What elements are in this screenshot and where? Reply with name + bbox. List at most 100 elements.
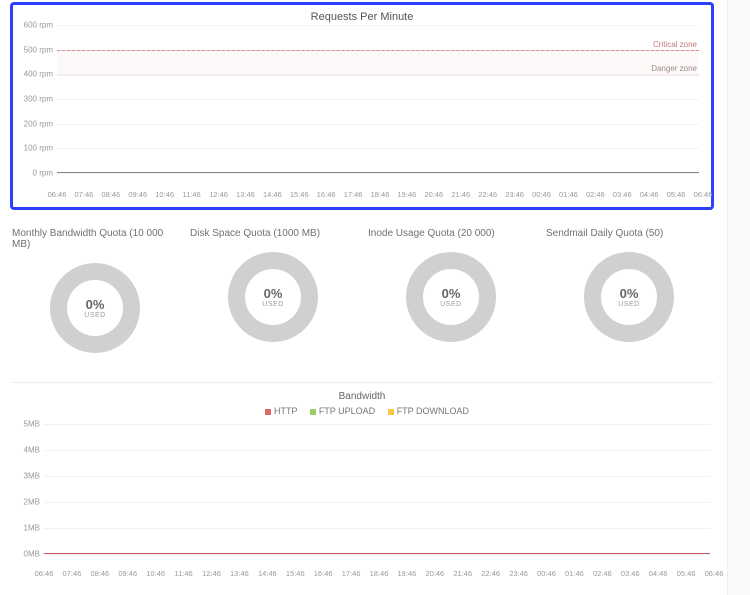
bw-x-tick: 06:46 xyxy=(35,569,54,578)
quota-used-label: USED xyxy=(618,301,639,308)
rpm-x-tick: 23:46 xyxy=(505,190,524,199)
rpm-x-tick: 09:46 xyxy=(128,190,147,199)
rpm-y-tick: 600 rpm xyxy=(19,21,53,30)
rpm-x-tick: 04:46 xyxy=(640,190,659,199)
bw-x-tick: 09:46 xyxy=(118,569,137,578)
quota-title: Inode Usage Quota (20 000) xyxy=(366,224,536,245)
rpm-x-tick: 17:46 xyxy=(344,190,363,199)
quota-ring: 0%USED xyxy=(228,252,318,342)
bw-x-tick: 11:46 xyxy=(174,569,192,578)
rpm-x-tick: 19:46 xyxy=(398,190,417,199)
rpm-x-tick: 01:46 xyxy=(559,190,578,199)
quota-card: Monthly Bandwidth Quota (10 000 MB) 0%USE… xyxy=(10,224,180,360)
rpm-y-tick: 100 rpm xyxy=(19,144,53,153)
bw-x-tick: 14:46 xyxy=(258,569,277,578)
bandwidth-legend: HTTP FTP UPLOAD FTP DOWNLOAD xyxy=(10,406,714,416)
right-gutter xyxy=(727,0,750,595)
legend-label-http: HTTP xyxy=(274,406,297,416)
bw-x-tick: 01:46 xyxy=(565,569,584,578)
rpm-x-tick: 07:46 xyxy=(75,190,94,199)
rpm-y-tick: 400 rpm xyxy=(19,70,53,79)
rpm-x-tick: 11:46 xyxy=(182,190,200,199)
legend-dot-http xyxy=(265,409,271,415)
rpm-x-tick: 10:46 xyxy=(155,190,174,199)
rpm-chart-title: Requests Per Minute xyxy=(21,5,703,25)
quota-title: Disk Space Quota (1000 MB) xyxy=(188,224,358,245)
rpm-x-tick: 03:46 xyxy=(613,190,632,199)
bw-y-tick: 1MB xyxy=(8,524,40,533)
rpm-x-tick: 21:46 xyxy=(451,190,470,199)
bw-x-tick: 04:46 xyxy=(649,569,668,578)
rpm-x-tick: 16:46 xyxy=(317,190,336,199)
rpm-y-tick: 300 rpm xyxy=(19,95,53,104)
bw-x-tick: 23:46 xyxy=(509,569,528,578)
bw-x-tick: 18:46 xyxy=(370,569,389,578)
legend-label-ftp-download: FTP DOWNLOAD xyxy=(397,406,469,416)
bandwidth-chart-title: Bandwidth xyxy=(10,391,714,402)
rpm-x-axis: 06:4607:4608:4609:4610:4611:4612:4613:46… xyxy=(57,187,703,199)
section-divider xyxy=(10,382,714,383)
rpm-x-tick: 15:46 xyxy=(290,190,309,199)
rpm-y-tick: 500 rpm xyxy=(19,45,53,54)
quota-title: Monthly Bandwidth Quota (10 000 MB) xyxy=(10,224,180,256)
rpm-x-tick: 14:46 xyxy=(263,190,282,199)
bw-x-tick: 05:46 xyxy=(677,569,696,578)
rpm-y-tick: 200 rpm xyxy=(19,119,53,128)
bw-x-tick: 13:46 xyxy=(230,569,249,578)
requests-per-minute-card: Requests Per Minute 0 rpm100 rpm200 rpm3… xyxy=(10,2,714,210)
bw-x-tick: 03:46 xyxy=(621,569,640,578)
rpm-x-tick: 18:46 xyxy=(371,190,390,199)
bw-x-tick: 20:46 xyxy=(425,569,444,578)
bw-x-tick: 08:46 xyxy=(90,569,109,578)
quota-card: Sendmail Daily Quota (50) 0%USED xyxy=(544,224,714,360)
bandwidth-x-axis: 06:4607:4608:4609:4610:4611:4612:4613:46… xyxy=(44,566,714,578)
bw-x-tick: 16:46 xyxy=(314,569,333,578)
bw-x-tick: 12:46 xyxy=(202,569,221,578)
bandwidth-chart[interactable]: 0MB1MB2MB3MB4MB5MB xyxy=(44,424,710,564)
rpm-x-tick: 02:46 xyxy=(586,190,605,199)
rpm-critical-zone-label: Critical zone xyxy=(653,40,697,49)
bw-y-tick: 4MB xyxy=(8,446,40,455)
rpm-x-tick: 05:46 xyxy=(667,190,686,199)
bw-x-tick: 22:46 xyxy=(481,569,500,578)
bw-y-tick: 0MB xyxy=(8,550,40,559)
bw-x-tick: 15:46 xyxy=(286,569,305,578)
bandwidth-baseline xyxy=(44,553,710,554)
quota-card: Disk Space Quota (1000 MB) 0%USED xyxy=(188,224,358,360)
rpm-chart[interactable]: 0 rpm100 rpm200 rpm300 rpm400 rpm500 rpm… xyxy=(57,25,699,185)
rpm-x-tick: 08:46 xyxy=(101,190,120,199)
bw-x-tick: 06:46 xyxy=(705,569,724,578)
rpm-x-tick: 22:46 xyxy=(478,190,497,199)
bw-x-tick: 17:46 xyxy=(342,569,361,578)
rpm-x-tick: 06:46 xyxy=(48,190,67,199)
rpm-y-tick: 0 rpm xyxy=(19,169,53,178)
bw-x-tick: 10:46 xyxy=(146,569,165,578)
bw-x-tick: 07:46 xyxy=(63,569,82,578)
quota-used-label: USED xyxy=(262,301,283,308)
quota-card: Inode Usage Quota (20 000)0%USED xyxy=(366,224,536,360)
legend-dot-ftp-upload xyxy=(310,409,316,415)
legend-dot-ftp-download xyxy=(388,409,394,415)
quota-row: Monthly Bandwidth Quota (10 000 MB)0%USE… xyxy=(10,224,714,360)
quota-percent: 0% xyxy=(442,286,461,301)
rpm-x-tick: 12:46 xyxy=(209,190,228,199)
rpm-x-axis-line xyxy=(57,172,699,173)
rpm-danger-zone-label: Danger zone xyxy=(651,64,697,73)
bw-x-tick: 21:46 xyxy=(453,569,472,578)
rpm-x-tick: 00:46 xyxy=(532,190,551,199)
quota-percent: 0% xyxy=(264,286,283,301)
legend-label-ftp-upload: FTP UPLOAD xyxy=(319,406,375,416)
bw-y-tick: 3MB xyxy=(8,472,40,481)
quota-ring: 0%USED xyxy=(50,263,140,353)
quota-percent: 0% xyxy=(620,286,639,301)
rpm-x-tick: 06:46 xyxy=(694,190,713,199)
bandwidth-section: Bandwidth HTTP FTP UPLOAD FTP DOWNLOAD 0… xyxy=(10,391,714,578)
bw-x-tick: 00:46 xyxy=(537,569,556,578)
bw-x-tick: 19:46 xyxy=(398,569,417,578)
rpm-x-tick: 20:46 xyxy=(424,190,443,199)
quota-percent: 0% xyxy=(86,297,105,312)
bw-x-tick: 02:46 xyxy=(593,569,612,578)
rpm-x-tick: 13:46 xyxy=(236,190,255,199)
quota-title: Sendmail Daily Quota (50) xyxy=(544,224,714,245)
bw-y-tick: 5MB xyxy=(8,420,40,429)
